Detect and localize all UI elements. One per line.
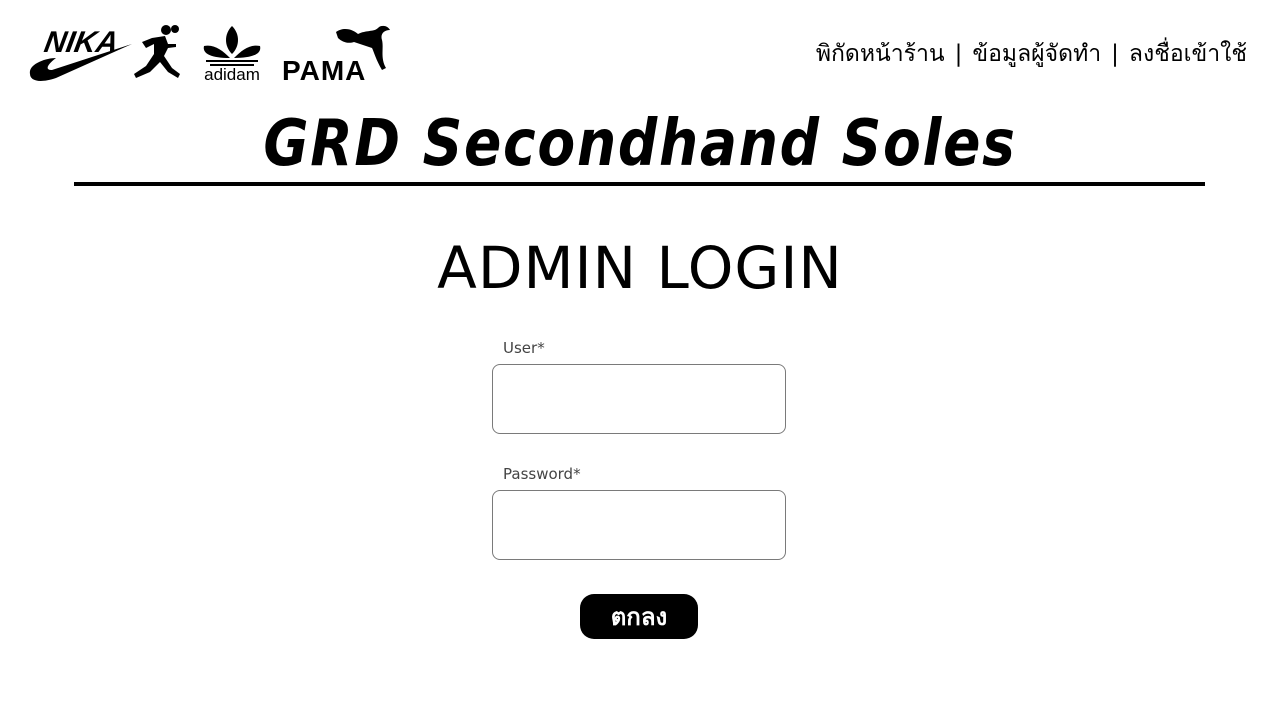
nav-separator: | bbox=[1111, 41, 1119, 67]
nav-separator: | bbox=[954, 41, 963, 67]
top-nav: พิกัดหน้าร้าน | ข้อมูลผู้จัดทำ | ลงชื่อเ… bbox=[816, 36, 1247, 72]
swoosh-icon: NIKA bbox=[29, 26, 133, 81]
nav-login[interactable]: ลงชื่อเข้าใช้ bbox=[1129, 36, 1247, 72]
trefoil-icon: adidam bbox=[203, 26, 261, 84]
user-input[interactable] bbox=[492, 364, 786, 434]
password-label: Password* bbox=[503, 465, 581, 483]
title-divider bbox=[74, 182, 1205, 186]
pama-logo: PAMA bbox=[282, 24, 392, 86]
nav-about-creators[interactable]: ข้อมูลผู้จัดทำ bbox=[972, 36, 1101, 72]
user-label: User* bbox=[503, 339, 545, 357]
adidam-logo-text: adidam bbox=[204, 65, 260, 84]
jumpman-icon bbox=[134, 25, 180, 78]
puma-cat-icon: PAMA bbox=[282, 25, 390, 86]
password-input[interactable] bbox=[492, 490, 786, 560]
submit-button[interactable]: ตกลง bbox=[580, 594, 698, 639]
page: NIKA adidam PAMA พิกัดหน้าร้าน | ข้อมูลผ… bbox=[0, 0, 1280, 720]
pama-logo-text: PAMA bbox=[282, 55, 366, 82]
page-title: ADMIN LOGIN bbox=[437, 234, 843, 302]
site-title: GRD Secondhand Soles bbox=[263, 107, 1017, 181]
nika-logo: NIKA bbox=[28, 24, 133, 82]
nav-store-location[interactable]: พิกัดหน้าร้าน bbox=[816, 36, 945, 72]
jordan-logo bbox=[132, 24, 180, 82]
adidam-logo: adidam bbox=[198, 24, 266, 84]
